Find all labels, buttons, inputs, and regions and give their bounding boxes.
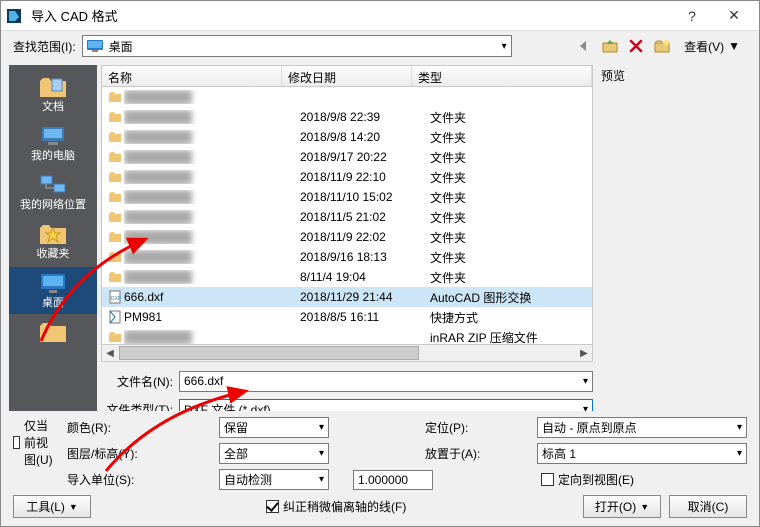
color-dropdown[interactable]: 保留▾ — [219, 417, 329, 438]
table-row[interactable]: ████████2018/9/8 14:20文件夹 — [102, 127, 592, 147]
table-row[interactable]: ████████2018/11/5 21:02文件夹 — [102, 207, 592, 227]
svg-text:DXF: DXF — [111, 296, 121, 302]
folder-icon — [106, 271, 124, 283]
file-icon — [106, 310, 124, 324]
table-row[interactable]: PM9812018/8/5 16:11快捷方式 — [102, 307, 592, 327]
scroll-right-icon[interactable]: ▶ — [576, 348, 592, 359]
col-date[interactable]: 修改日期 — [282, 66, 412, 86]
close-button[interactable]: ✕ — [713, 2, 755, 30]
checkbox-icon — [266, 500, 279, 513]
scroll-left-icon[interactable]: ◀ — [102, 348, 118, 359]
placeat-label: 放置于(A): — [425, 445, 535, 462]
folder-icon — [106, 131, 124, 143]
up-button[interactable] — [599, 35, 621, 57]
help-button[interactable]: ? — [671, 2, 713, 30]
favorites-icon — [37, 220, 69, 248]
sidebar-item-documents[interactable]: 文档 — [9, 71, 97, 118]
folder-icon — [106, 91, 124, 103]
folder-icon — [106, 151, 124, 163]
table-row[interactable]: ████████8/11/4 19:04文件夹 — [102, 267, 592, 287]
color-label: 颜色(R): — [67, 419, 217, 436]
app-icon — [5, 7, 23, 25]
preview-label: 预览 — [597, 65, 751, 85]
folder-icon — [106, 171, 124, 183]
folder-icon — [106, 191, 124, 203]
sidebar-item-extra[interactable] — [9, 316, 97, 350]
file-list[interactable]: ████████████████2018/9/8 22:39文件夹███████… — [101, 87, 593, 345]
table-row[interactable]: ████████2018/11/9 22:10文件夹 — [102, 167, 592, 187]
computer-icon — [37, 122, 69, 150]
open-button[interactable]: 打开(O)▼ — [583, 495, 661, 518]
documents-icon — [37, 73, 69, 101]
folder-icon — [106, 111, 124, 123]
table-row[interactable]: ████████2018/11/10 15:02文件夹 — [102, 187, 592, 207]
cancel-button[interactable]: 取消(C) — [669, 495, 747, 518]
new-folder-button[interactable] — [651, 35, 673, 57]
file-list-header: 名称 修改日期 类型 — [101, 65, 593, 87]
orient-to-view-checkbox[interactable]: 定向到视图(E) — [541, 471, 747, 488]
desktop-icon — [87, 40, 103, 52]
window-title: 导入 CAD 格式 — [31, 6, 671, 25]
scrollbar-thumb[interactable] — [119, 346, 419, 360]
sidebar-item-network[interactable]: 我的网络位置 — [9, 169, 97, 216]
checkbox-icon — [541, 473, 554, 486]
filename-label: 文件名(N): — [101, 373, 173, 390]
sidebar-item-favorites[interactable]: 收藏夹 — [9, 218, 97, 265]
layer-dropdown[interactable]: 全部▾ — [219, 443, 329, 464]
lookin-value: 桌面 — [109, 38, 133, 55]
folder-icon — [106, 231, 124, 243]
horizontal-scrollbar[interactable]: ◀ ▶ — [101, 345, 593, 362]
file-icon — [106, 331, 124, 343]
correct-offaxis-checkbox[interactable]: 纠正稍微偏离轴的线(F) — [266, 498, 406, 515]
folder-icon — [106, 251, 124, 263]
checkbox-icon — [13, 436, 20, 449]
delete-button[interactable] — [625, 35, 647, 57]
table-row[interactable]: ████████2018/9/16 18:13文件夹 — [102, 247, 592, 267]
table-row[interactable]: ████████2018/9/17 20:22文件夹 — [102, 147, 592, 167]
col-type[interactable]: 类型 — [412, 66, 592, 86]
sidebar-item-desktop[interactable]: 桌面 — [9, 267, 97, 314]
network-icon — [37, 171, 69, 199]
unit-dropdown[interactable]: 自动检测▾ — [219, 469, 329, 490]
current-view-only-checkbox[interactable]: 仅当前视图(U) — [13, 417, 59, 468]
table-row[interactable]: ████████inRAR ZIP 压缩文件 — [102, 327, 592, 345]
filename-input[interactable]: 666.dxf ▾ — [179, 371, 593, 392]
tools-menu-button[interactable]: 工具(L)▼ — [13, 495, 91, 518]
unit-factor-input[interactable]: 1.000000 — [353, 470, 433, 490]
table-row[interactable]: DXF666.dxf2018/11/29 21:44AutoCAD 图形交换 — [102, 287, 592, 307]
folder-icon — [37, 318, 69, 346]
table-row[interactable]: ████████2018/9/8 22:39文件夹 — [102, 107, 592, 127]
lookin-dropdown[interactable]: 桌面 ▾ — [82, 35, 512, 57]
folder-icon — [106, 211, 124, 223]
position-dropdown[interactable]: 自动 - 原点到原点▾ — [537, 417, 747, 438]
sidebar-item-computer[interactable]: 我的电脑 — [9, 120, 97, 167]
file-icon: DXF — [106, 290, 124, 304]
placeat-dropdown[interactable]: 标高 1▾ — [537, 443, 747, 464]
lookin-label: 查找范围(I): — [13, 38, 76, 55]
chevron-down-icon: ▾ — [583, 376, 588, 387]
back-button[interactable] — [573, 35, 595, 57]
unit-label: 导入单位(S): — [67, 471, 217, 488]
view-menu-button[interactable]: 查看(V)▼ — [677, 35, 747, 57]
desktop-icon — [37, 269, 69, 297]
col-name[interactable]: 名称 — [102, 66, 282, 86]
table-row[interactable]: ████████2018/11/9 22:02文件夹 — [102, 227, 592, 247]
chevron-down-icon: ▾ — [502, 41, 507, 52]
layer-label: 图层/标高(Y): — [67, 445, 217, 462]
table-row[interactable]: ████████ — [102, 87, 592, 107]
position-label: 定位(P): — [425, 419, 535, 436]
